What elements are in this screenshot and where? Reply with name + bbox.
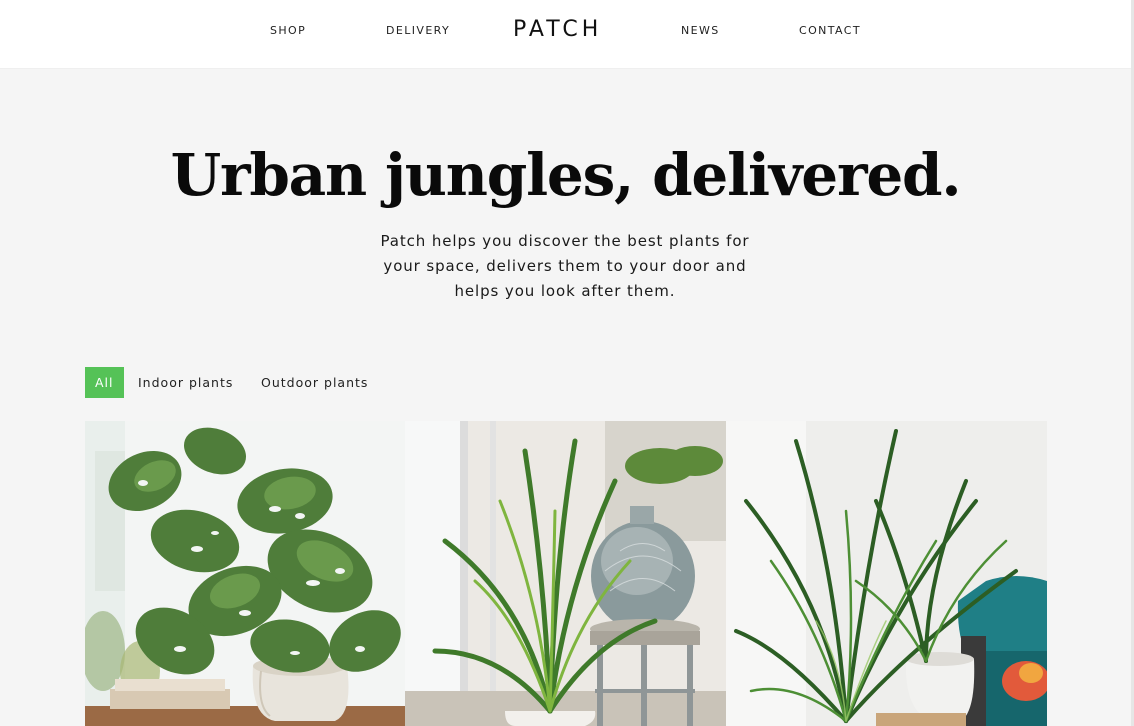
kentia-palm-plant-photo <box>726 421 1047 726</box>
hero-subtitle-line-3: helps you look after them. <box>454 282 676 300</box>
hero-subtitle: Patch helps you discover the best plants… <box>365 229 765 304</box>
nav-shop-link[interactable]: SHOP <box>270 24 306 37</box>
site-logo[interactable]: PATCH <box>513 17 602 42</box>
product-card-kentia-palm[interactable] <box>726 421 1047 726</box>
areca-palm-plant-photo <box>405 421 726 726</box>
hero-title: Urban jungles, delivered. <box>170 141 962 209</box>
nav-delivery-link[interactable]: DELIVERY <box>386 24 450 37</box>
filter-outdoor-plants[interactable]: Outdoor plants <box>261 367 368 398</box>
product-card-monstera[interactable] <box>85 421 405 726</box>
site-header: SHOP DELIVERY PATCH NEWS CONTACT <box>0 0 1131 69</box>
monstera-adansonii-plant-photo <box>85 421 405 726</box>
filter-indoor-plants[interactable]: Indoor plants <box>138 367 233 398</box>
hero-subtitle-line-1: Patch helps you discover the best plants… <box>380 232 750 250</box>
filter-all[interactable]: All <box>85 367 124 398</box>
product-grid <box>85 421 1047 726</box>
nav-news-link[interactable]: NEWS <box>681 24 720 37</box>
hero-subtitle-line-2: your space, delivers them to your door a… <box>383 257 747 275</box>
product-card-areca-palm[interactable] <box>405 421 726 726</box>
nav-contact-link[interactable]: CONTACT <box>799 24 861 37</box>
